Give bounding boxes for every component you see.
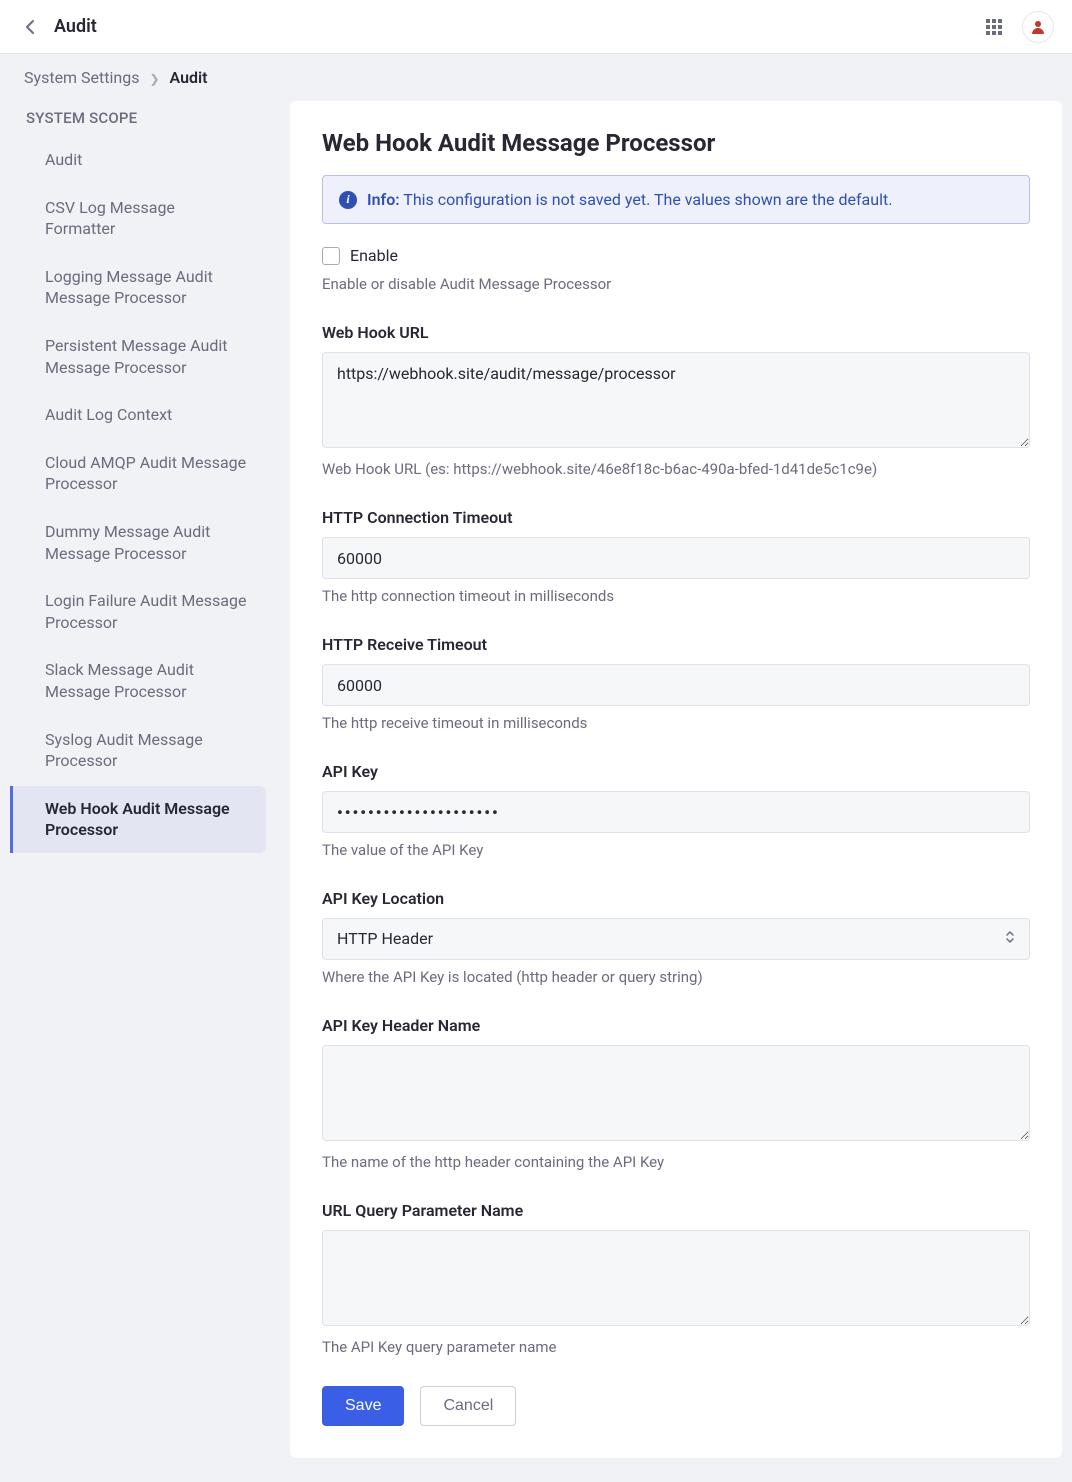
info-text: This configuration is not saved yet. The… xyxy=(403,190,892,209)
apps-grid-button[interactable] xyxy=(980,13,1008,41)
select-api-key-location[interactable]: HTTP Header xyxy=(322,918,1030,960)
input-webhook-url[interactable] xyxy=(322,352,1030,448)
select-value: HTTP Header xyxy=(337,928,1005,950)
layout: SYSTEM SCOPE AuditCSV Log Message Format… xyxy=(0,101,1072,1482)
field-api-key: API Key The value of the API Key xyxy=(322,762,1030,859)
save-button[interactable]: Save xyxy=(322,1386,404,1426)
form-actions: Save Cancel xyxy=(322,1386,1030,1426)
label-api-key: API Key xyxy=(322,762,1030,781)
info-banner: i Info: This configuration is not saved … xyxy=(322,175,1030,224)
sidebar-item[interactable]: Audit Log Context xyxy=(10,392,266,438)
sidebar-item[interactable]: Logging Message Audit Message Processor xyxy=(10,254,266,321)
help-api-key-header: The name of the http header containing t… xyxy=(322,1153,1030,1171)
help-api-key-location: Where the API Key is located (http heade… xyxy=(322,968,1030,986)
label-webhook-url: Web Hook URL xyxy=(322,323,1030,342)
sidebar-item[interactable]: Persistent Message Audit Message Process… xyxy=(10,323,266,390)
field-url-query: URL Query Parameter Name The API Key que… xyxy=(322,1201,1030,1356)
user-icon xyxy=(1030,19,1046,35)
topbar: Audit xyxy=(0,0,1072,54)
page-title: Web Hook Audit Message Processor xyxy=(322,129,1030,157)
chevron-right-icon: ❯ xyxy=(143,72,165,86)
field-webhook-url: Web Hook URL Web Hook URL (es: https://w… xyxy=(322,323,1030,478)
user-avatar[interactable] xyxy=(1022,11,1054,43)
sidebar-heading: SYSTEM SCOPE xyxy=(10,105,266,137)
label-api-key-location: API Key Location xyxy=(322,889,1030,908)
input-recv-timeout[interactable] xyxy=(322,664,1030,706)
enable-row: Enable xyxy=(322,246,1030,265)
select-caret-icon xyxy=(1005,928,1015,950)
sidebar-item[interactable]: Slack Message Audit Message Processor xyxy=(10,647,266,714)
sidebar-item[interactable]: Cloud AMQP Audit Message Processor xyxy=(10,440,266,507)
input-conn-timeout[interactable] xyxy=(322,537,1030,579)
grid-icon xyxy=(986,19,1002,35)
input-api-key-header[interactable] xyxy=(322,1045,1030,1141)
enable-checkbox[interactable] xyxy=(322,247,340,265)
sidebar-item[interactable]: Audit xyxy=(10,137,266,183)
field-recv-timeout: HTTP Receive Timeout The http receive ti… xyxy=(322,635,1030,732)
breadcrumb: System Settings ❯ Audit xyxy=(0,54,1072,101)
info-label: Info: xyxy=(367,190,400,209)
sidebar-item[interactable]: CSV Log Message Formatter xyxy=(10,185,266,252)
enable-help: Enable or disable Audit Message Processo… xyxy=(322,275,1030,293)
breadcrumb-current: Audit xyxy=(169,68,207,87)
input-url-query[interactable] xyxy=(322,1230,1030,1326)
sidebar: SYSTEM SCOPE AuditCSV Log Message Format… xyxy=(10,101,266,855)
help-conn-timeout: The http connection timeout in milliseco… xyxy=(322,587,1030,605)
help-api-key: The value of the API Key xyxy=(322,841,1030,859)
sidebar-item[interactable]: Login Failure Audit Message Processor xyxy=(10,578,266,645)
field-api-key-location: API Key Location HTTP Header Where the A… xyxy=(322,889,1030,986)
topbar-left: Audit xyxy=(20,16,97,37)
back-button[interactable] xyxy=(20,17,40,37)
breadcrumb-root[interactable]: System Settings xyxy=(24,68,139,87)
help-webhook-url: Web Hook URL (es: https://webhook.site/4… xyxy=(322,460,1030,478)
info-icon: i xyxy=(339,191,357,209)
help-recv-timeout: The http receive timeout in milliseconds xyxy=(322,714,1030,732)
main-content: Web Hook Audit Message Processor i Info:… xyxy=(290,101,1062,1458)
settings-card: Web Hook Audit Message Processor i Info:… xyxy=(290,101,1062,1458)
cancel-button[interactable]: Cancel xyxy=(420,1386,516,1426)
field-conn-timeout: HTTP Connection Timeout The http connect… xyxy=(322,508,1030,605)
chevron-left-icon xyxy=(25,19,35,35)
label-recv-timeout: HTTP Receive Timeout xyxy=(322,635,1030,654)
label-conn-timeout: HTTP Connection Timeout xyxy=(322,508,1030,527)
topbar-right xyxy=(980,11,1054,43)
sidebar-item[interactable]: Syslog Audit Message Processor xyxy=(10,717,266,784)
enable-label: Enable xyxy=(350,246,398,265)
field-api-key-header: API Key Header Name The name of the http… xyxy=(322,1016,1030,1171)
sidebar-item[interactable]: Dummy Message Audit Message Processor xyxy=(10,509,266,576)
help-url-query: The API Key query parameter name xyxy=(322,1338,1030,1356)
sidebar-item[interactable]: Web Hook Audit Message Processor xyxy=(10,786,266,853)
label-url-query: URL Query Parameter Name xyxy=(322,1201,1030,1220)
input-api-key[interactable] xyxy=(322,791,1030,833)
label-api-key-header: API Key Header Name xyxy=(322,1016,1030,1035)
page-topbar-title: Audit xyxy=(54,16,97,37)
